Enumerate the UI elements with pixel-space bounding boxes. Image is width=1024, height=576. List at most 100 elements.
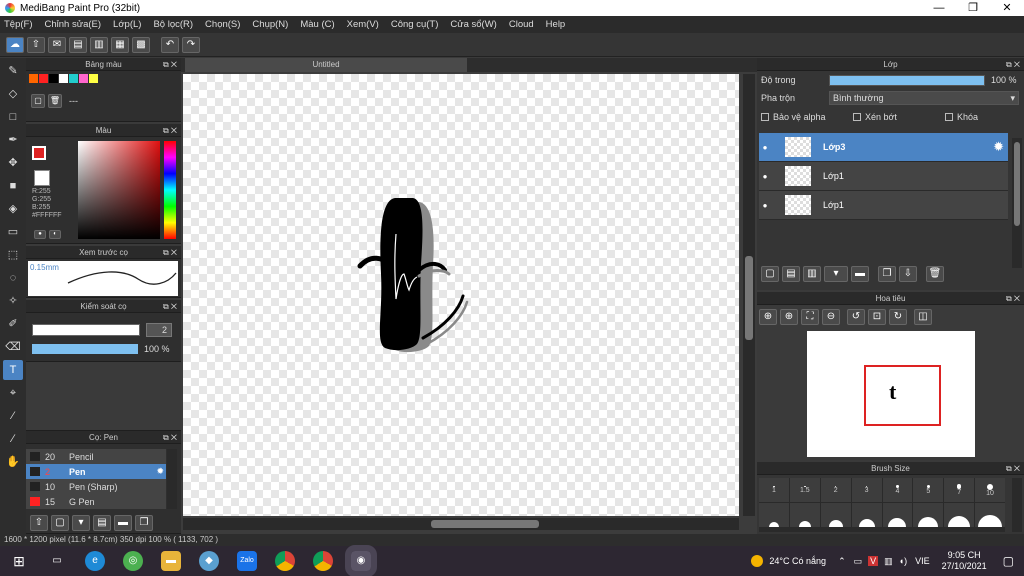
eraser-tool-icon[interactable]: ◇	[3, 84, 23, 104]
brush-size-scrollbar[interactable]	[1012, 478, 1022, 532]
brush-size-cell[interactable]: 2	[820, 478, 851, 502]
swatch-white[interactable]	[59, 74, 68, 83]
menu-select[interactable]: Chọn(S)	[205, 19, 240, 30]
navigator-viewport[interactable]	[864, 365, 941, 426]
volume-icon[interactable]: ◖)	[899, 556, 907, 566]
cloud-icon[interactable]: ☁	[6, 36, 24, 53]
menu-window[interactable]: Cửa sổ(W)	[450, 19, 496, 30]
hscroll-thumb[interactable]	[431, 520, 539, 528]
navigator-preview[interactable]: t	[807, 331, 975, 457]
panel-controls-icon[interactable]: ⧉ ✕	[163, 124, 177, 137]
brush-menu-icon[interactable]: ▾	[72, 515, 90, 531]
panel-controls-icon[interactable]: ⧉ ✕	[163, 300, 177, 313]
canvas-hscrollbar[interactable]	[183, 518, 739, 530]
delete-layer-icon[interactable]: 🗑	[926, 266, 944, 282]
visibility-icon[interactable]: ●	[759, 201, 771, 210]
drawing-canvas[interactable]	[183, 74, 739, 516]
visibility-icon[interactable]: ●	[759, 143, 771, 152]
layer-opacity-slider[interactable]	[829, 74, 985, 86]
swatch-yellow[interactable]	[89, 74, 98, 83]
swatch-cyan[interactable]	[69, 74, 78, 83]
brush-opacity-slider[interactable]	[32, 344, 138, 354]
brush-size-cell[interactable]: 1	[759, 478, 789, 502]
operation-tool-icon[interactable]: ⌖	[3, 383, 23, 403]
chrome-icon-2[interactable]	[313, 551, 333, 571]
network-icon[interactable]: ▥	[884, 556, 893, 567]
transparent-color[interactable]	[34, 170, 50, 186]
layer-row-selected[interactable]: ● Lớp3 ✹	[759, 133, 1008, 162]
color-mode-icon[interactable]: ◐	[49, 230, 61, 239]
brush-copy-icon[interactable]: ▤	[93, 515, 111, 531]
dropper-tool-icon[interactable]: ∕	[3, 429, 23, 449]
chrome-icon[interactable]	[275, 551, 295, 571]
menu-edit[interactable]: Chỉnh sửa(E)	[45, 19, 102, 30]
chevron-up-icon[interactable]: ⌃	[838, 556, 846, 567]
text-tool-icon[interactable]: T	[3, 360, 23, 380]
zoom-out-icon[interactable]: ⊖	[822, 309, 840, 325]
edge-icon[interactable]: e	[85, 551, 105, 571]
layer-row[interactable]: ● Lớp1	[759, 191, 1008, 220]
menu-layer[interactable]: Lớp(L)	[113, 19, 141, 30]
maximize-button[interactable]: ❐	[956, 0, 990, 16]
delete-palette-icon[interactable]: 🗑	[48, 94, 62, 108]
select-pen-icon[interactable]: ✐	[3, 314, 23, 334]
add-brush-icon[interactable]: ⇧	[30, 515, 48, 531]
clipping-checkbox[interactable]	[853, 113, 861, 121]
brush-list-scrollbar[interactable]	[167, 449, 177, 509]
brush-size-cell-large[interactable]	[975, 503, 1005, 527]
clock[interactable]: 9:05 CH 27/10/2021	[942, 550, 987, 572]
swatch-orange[interactable]	[29, 74, 38, 83]
gradient-tool-icon[interactable]: ▭	[3, 222, 23, 242]
panel-controls-icon[interactable]: ⧉ ✕	[163, 431, 177, 444]
new-palette-icon[interactable]: ▢	[31, 94, 45, 108]
document-tab[interactable]: Untitled	[185, 58, 467, 72]
brush-size-cell[interactable]: 10	[975, 478, 1005, 502]
brush-size-cell-large[interactable]	[759, 503, 789, 527]
new-brush-icon[interactable]: ▢	[51, 515, 69, 531]
panel-controls-icon[interactable]: ⧉ ✕	[163, 58, 177, 71]
layer-scrollbar[interactable]	[1012, 138, 1022, 268]
swatch-pink[interactable]	[79, 74, 88, 83]
new-halftone-layer-icon[interactable]: ▤	[782, 266, 800, 282]
blend-mode-select[interactable]: Bình thường ▾	[829, 91, 1019, 105]
medibang-taskbar-icon[interactable]: ◉	[345, 545, 377, 576]
gear-icon[interactable]: ✹	[993, 139, 1004, 155]
brush-item[interactable]: 15 G Pen	[26, 494, 166, 509]
minimize-button[interactable]: —	[922, 0, 956, 16]
menu-color[interactable]: Màu (C)	[300, 19, 334, 30]
swatch-black[interactable]	[49, 74, 58, 83]
color-picker-square[interactable]	[78, 141, 160, 239]
new-8bit-layer-icon[interactable]: ▥	[803, 266, 821, 282]
tray-app-icon[interactable]: V	[868, 556, 879, 566]
weather-text[interactable]: 24°C Có nắng	[769, 556, 826, 566]
zoom-in-icon-2[interactable]: ⊕	[780, 309, 798, 325]
zoom-in-icon[interactable]: ⊕	[759, 309, 777, 325]
upload-icon[interactable]: ⇧	[27, 36, 45, 53]
brush-size-cell[interactable]: 1.5	[789, 478, 820, 502]
app-icon-2[interactable]: ◆	[199, 551, 219, 571]
brush-item-selected[interactable]: 2 Pen ✹	[26, 464, 166, 479]
folder-icon[interactable]: ▬	[114, 515, 132, 531]
eyedropper-tool-icon[interactable]: ⁄	[3, 406, 23, 426]
page-icon[interactable]: ▥	[90, 36, 108, 53]
brush-size-cell[interactable]: 4	[882, 478, 913, 502]
brush-size-cell-large[interactable]	[882, 503, 913, 527]
tiles-icon[interactable]: ▩	[132, 36, 150, 53]
language-indicator[interactable]: VIE	[915, 556, 930, 566]
close-button[interactable]: ✕	[990, 0, 1024, 16]
menu-filter[interactable]: Bộ lọc(R)	[153, 19, 193, 30]
reset-view-icon[interactable]: ⊡	[868, 309, 886, 325]
add-layer-menu-icon[interactable]: ▾	[824, 266, 848, 282]
task-view-icon[interactable]: ▭	[47, 551, 67, 571]
brush-item[interactable]: 10 Pen (Sharp)	[26, 479, 166, 494]
hue-slider[interactable]	[164, 141, 176, 239]
lasso-tool-icon[interactable]: ◌	[3, 268, 23, 288]
fill-rect-tool-icon[interactable]: ■	[3, 176, 23, 196]
brush-size-cell[interactable]: 3	[851, 478, 882, 502]
brush-size-cell-large[interactable]	[913, 503, 944, 527]
color-option-icon[interactable]: ●	[34, 230, 46, 239]
select-eraser-icon[interactable]: ⌫	[3, 337, 23, 357]
menu-view[interactable]: Xem(V)	[347, 19, 379, 30]
magic-wand-icon[interactable]: ✧	[3, 291, 23, 311]
menu-tools[interactable]: Công cụ(T)	[391, 19, 439, 30]
